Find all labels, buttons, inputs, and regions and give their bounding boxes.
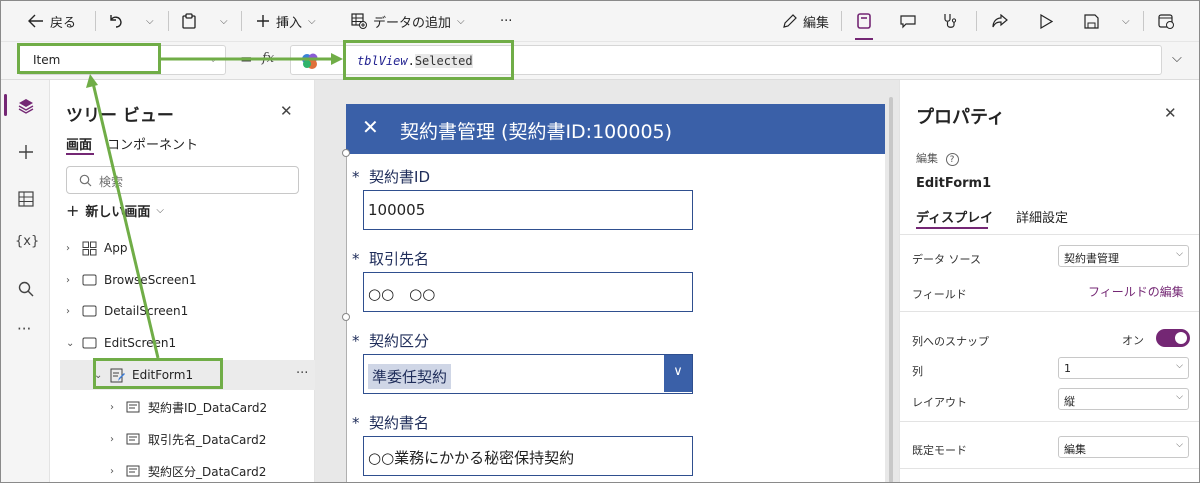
image-border bbox=[0, 0, 1200, 483]
